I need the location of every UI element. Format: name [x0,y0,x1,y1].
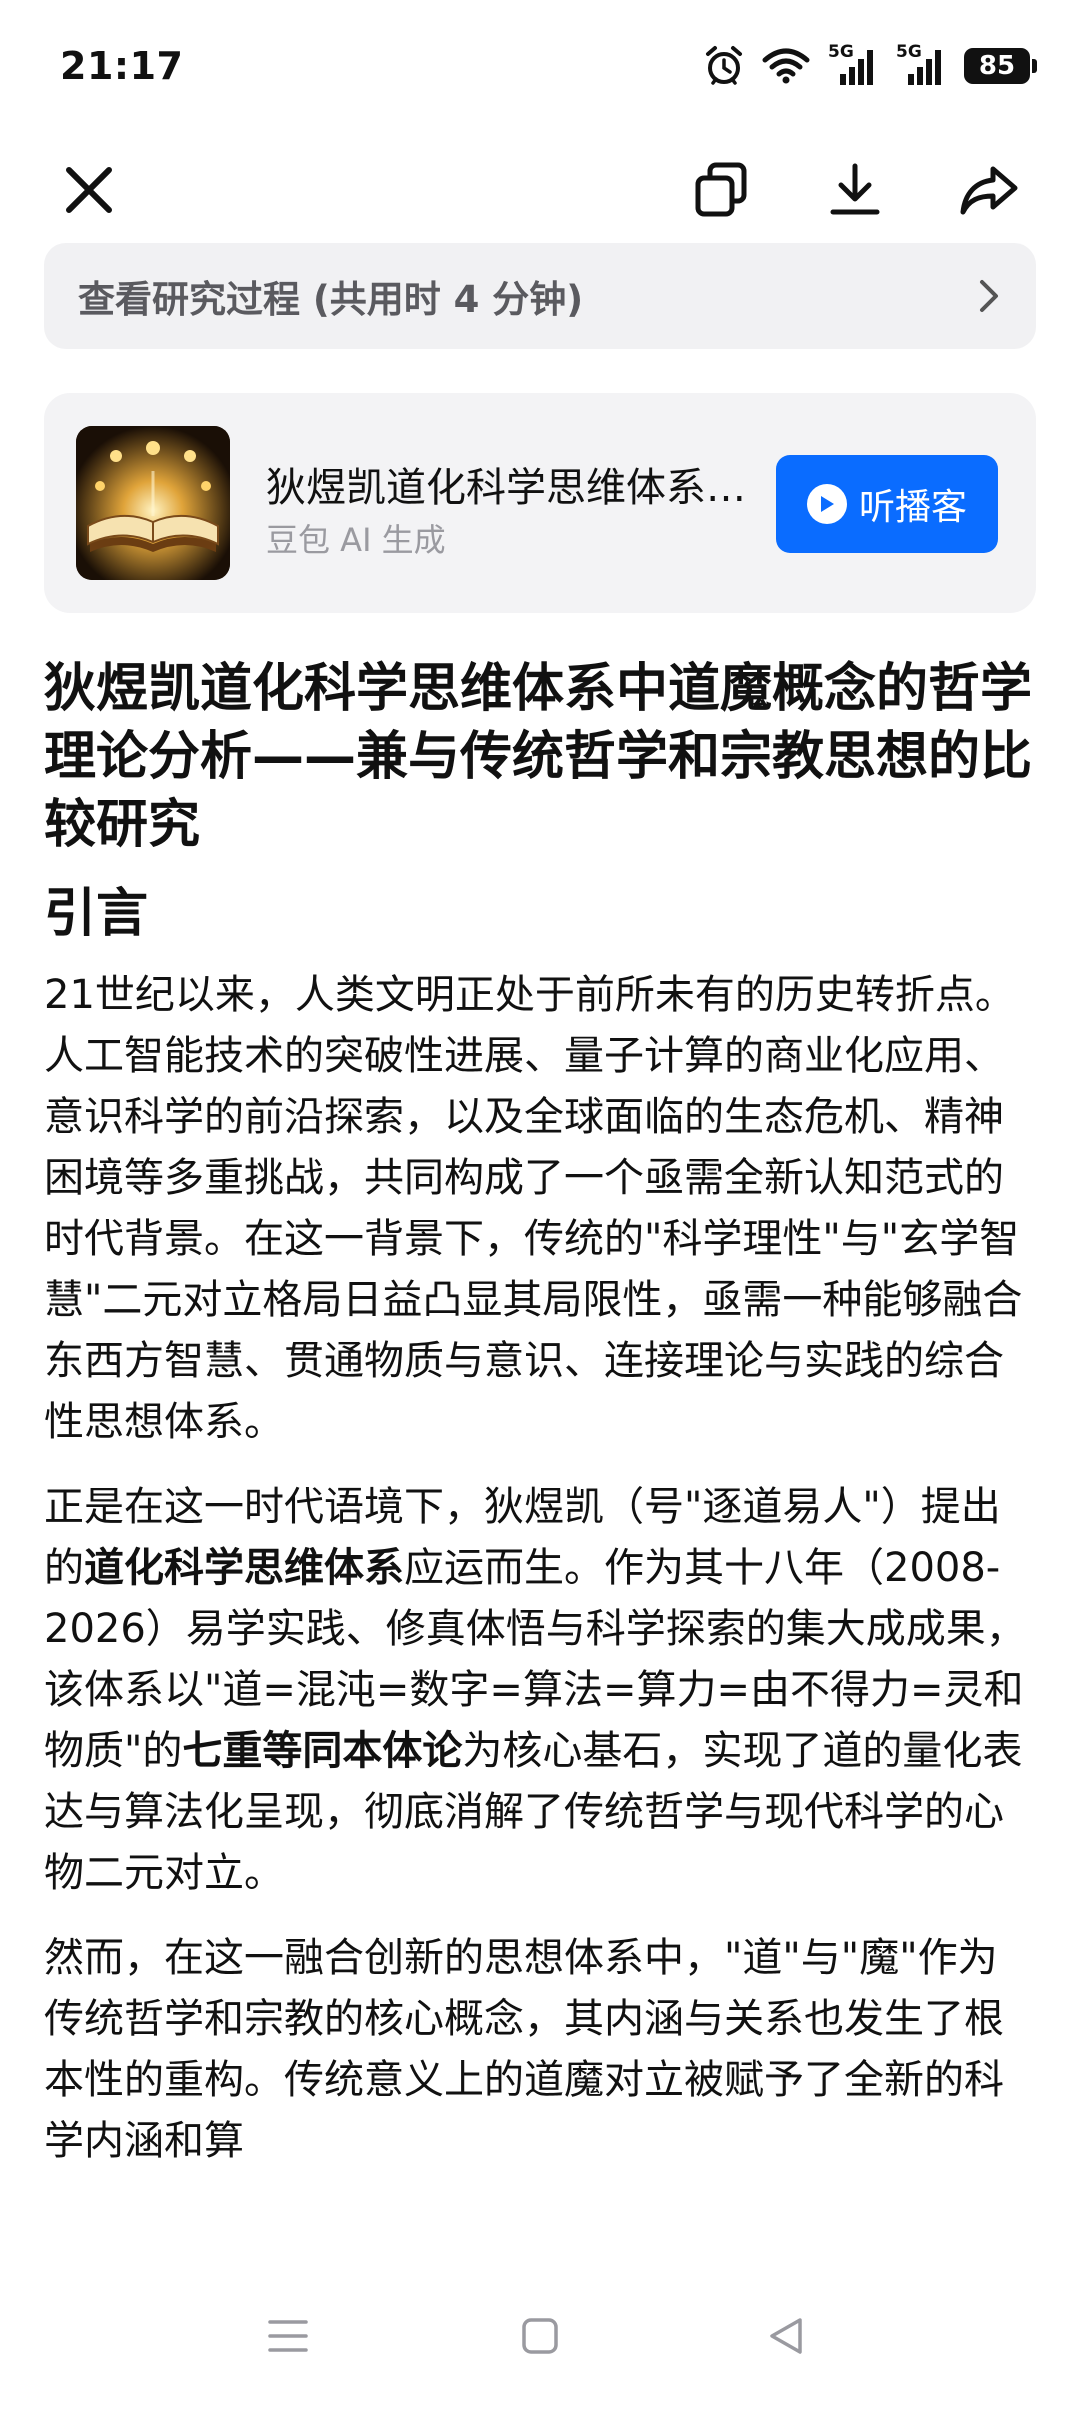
home-button[interactable] [500,2296,580,2376]
section-heading: 引言 [44,884,149,944]
podcast-subtitle: 豆包 AI 生成 [266,521,446,559]
top-toolbar [0,140,1080,240]
podcast-cover-image [76,426,230,580]
copy-icon [695,162,747,217]
system-nav-bar [0,2260,1080,2412]
back-triangle-icon [770,2318,802,2354]
download-icon [830,163,880,215]
menu-icon [268,2320,308,2352]
wifi-icon [762,47,810,85]
bottom-fade [0,2190,1080,2260]
recent-apps-button[interactable] [248,2296,328,2376]
paragraph-2-bold-ontology: 七重等同本体论 [182,1728,463,1774]
article: 狄煜凯道化科学思维体系中道魔概念的哲学理论分析——兼与传统哲学和宗教思想的比较研… [44,655,1036,2196]
back-button[interactable] [746,2296,826,2376]
research-process-bar[interactable]: 查看研究过程 (共用时 4 分钟) [44,243,1036,349]
share-button[interactable] [944,140,1034,240]
download-button[interactable] [810,140,900,240]
paragraph-3: 然而，在这一融合创新的思想体系中，"道"与"魔"作为传统哲学和宗教的核心概念，其… [44,1935,1004,2164]
status-icons: 5G 5G 85 [704,42,1037,88]
signal-5g-icon-2: 5G [896,42,946,86]
paragraph-2-bold-system: 道化科学思维体系 [84,1545,404,1591]
podcast-title: 狄煜凯道化科学思维体系中道魔概念的哲学理论分析 [266,465,766,511]
listen-podcast-label: 听播客 [858,487,967,528]
listen-podcast-button[interactable]: 听播客 [776,455,998,553]
screen: 21:17 5G 5G 85 查看研究过程 (共用时 4 分钟) 狄煜凯道化科学… [0,0,1080,2412]
podcast-card[interactable]: 狄煜凯道化科学思维体系中道魔概念的哲学理论分析 豆包 AI 生成 听播客 [44,393,1036,613]
status-bar: 21:17 5G 5G 85 [0,0,1080,140]
paragraph-1: 21世纪以来，人类文明正处于前所未有的历史转折点。人工智能技术的突破性进展、量子… [44,972,1023,1445]
close-icon [66,167,112,213]
chevron-right-icon [980,280,998,312]
article-title: 狄煜凯道化科学思维体系中道魔概念的哲学理论分析——兼与传统哲学和宗教思想的比较研… [44,659,1033,855]
research-process-label: 查看研究过程 (共用时 4 分钟) [78,278,584,321]
copy-button[interactable] [676,140,766,240]
signal-5g-icon: 5G [828,42,878,86]
battery-icon: 85 [964,48,1037,84]
play-icon [806,484,847,524]
paragraph-2: 正是在这一时代语境下，狄煜凯（号"逐道易人"）提出的道化科学思维体系应运而生。作… [44,1477,1036,1904]
home-square-icon [522,2318,558,2354]
close-button[interactable] [44,140,134,240]
alarm-icon [704,45,744,87]
share-icon [960,166,1018,215]
status-time: 21:17 [60,44,184,88]
